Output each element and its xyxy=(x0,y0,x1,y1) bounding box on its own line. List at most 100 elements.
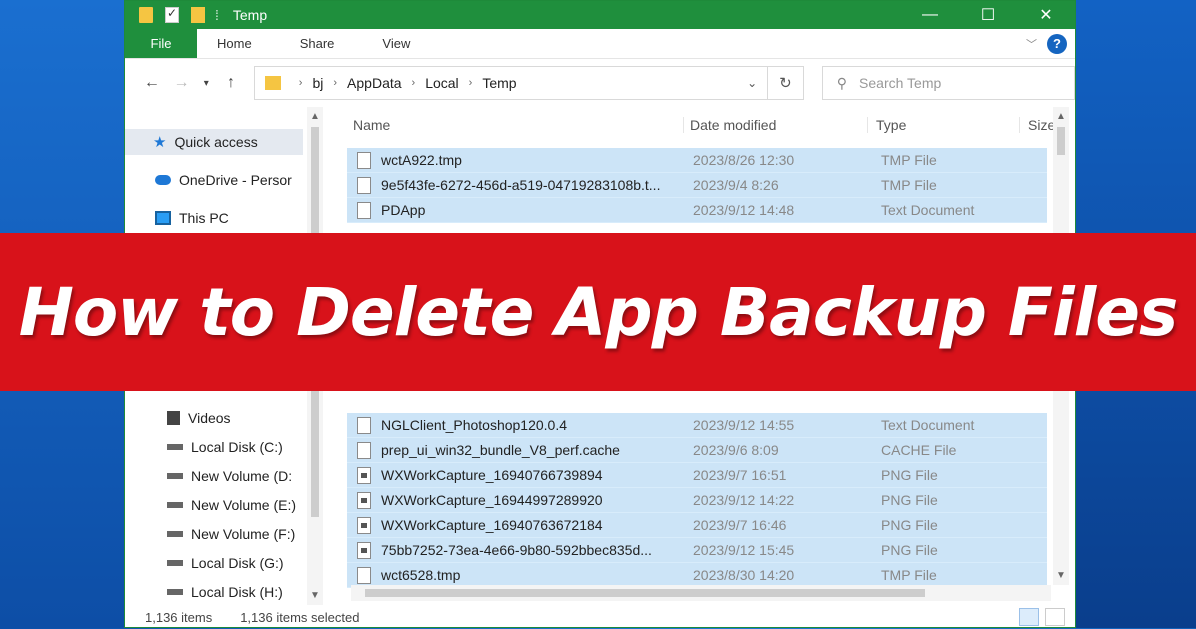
file-date: 2023/9/12 14:22 xyxy=(693,492,795,508)
image-file-icon xyxy=(357,541,371,559)
breadcrumb-bj[interactable]: bj xyxy=(312,75,323,91)
scroll-up-icon[interactable]: ▲ xyxy=(310,111,320,122)
sidebar-item-label: New Volume (F:) xyxy=(191,526,296,542)
file-date: 2023/9/6 8:09 xyxy=(693,442,779,458)
sidebar-item-new-volume-d[interactable]: New Volume (D: xyxy=(167,463,292,489)
breadcrumb-local[interactable]: Local xyxy=(425,75,458,91)
column-header-type[interactable]: Type xyxy=(867,117,1019,133)
video-icon xyxy=(167,411,180,425)
back-arrow-icon[interactable]: ← xyxy=(137,74,167,92)
details-view-icon[interactable] xyxy=(1019,608,1039,626)
minimize-button[interactable]: — xyxy=(901,1,959,29)
tab-home[interactable]: Home xyxy=(197,29,280,58)
breadcrumb-separator-icon[interactable]: › xyxy=(299,77,303,89)
search-placeholder: Search Temp xyxy=(859,75,942,91)
file-date: 2023/9/12 15:45 xyxy=(693,542,795,558)
column-header-name[interactable]: Name xyxy=(347,117,683,133)
sidebar-item-videos[interactable]: Videos xyxy=(167,405,231,431)
table-row[interactable]: 9e5f43fe-6272-456d-a519-04719283108b.t..… xyxy=(347,173,1047,198)
table-row[interactable]: WXWorkCapture_16940763672184 2023/9/7 16… xyxy=(347,513,1047,538)
column-headers: Name Date modified Type Size xyxy=(347,107,1061,143)
table-row[interactable]: NGLClient_Photoshop120.0.4 2023/9/12 14:… xyxy=(347,413,1047,438)
search-icon: ⚲ xyxy=(836,74,848,91)
new-folder-icon[interactable] xyxy=(191,7,205,23)
expand-ribbon-chevron-icon[interactable]: ﹀ xyxy=(1026,36,1037,52)
file-name: WXWorkCapture_16940763672184 xyxy=(381,517,603,533)
large-icons-view-icon[interactable] xyxy=(1045,608,1065,626)
sidebar-item-local-disk-c[interactable]: Local Disk (C:) xyxy=(167,434,283,460)
scroll-down-icon[interactable]: ▼ xyxy=(310,590,320,601)
table-row[interactable]: prep_ui_win32_bundle_V8_perf.cache 2023/… xyxy=(347,438,1047,463)
disk-icon xyxy=(167,560,183,566)
table-row[interactable]: wctA922.tmp 2023/8/26 12:30 TMP File xyxy=(347,148,1047,173)
cloud-icon xyxy=(155,175,171,185)
sidebar-item-quick-access[interactable]: ★ Quick access xyxy=(125,129,303,155)
disk-icon xyxy=(167,531,183,537)
horizontal-scrollbar[interactable] xyxy=(351,585,1051,601)
scrollbar-thumb[interactable] xyxy=(1057,127,1065,155)
sidebar-item-local-disk-h[interactable]: Local Disk (H:) xyxy=(167,579,283,605)
breadcrumb-temp[interactable]: Temp xyxy=(482,75,516,91)
help-icon[interactable]: ? xyxy=(1047,33,1067,54)
image-file-icon xyxy=(357,516,371,534)
table-row[interactable]: WXWorkCapture_16944997289920 2023/9/12 1… xyxy=(347,488,1047,513)
quick-access-toolbar-chevron-icon[interactable]: ⁞ xyxy=(215,7,219,23)
file-icon xyxy=(357,201,371,219)
sidebar-item-new-volume-f[interactable]: New Volume (F:) xyxy=(167,521,295,547)
disk-icon xyxy=(167,502,183,508)
file-icon xyxy=(357,151,371,169)
tab-file[interactable]: File xyxy=(125,29,197,58)
forward-arrow-icon[interactable]: → xyxy=(167,74,197,92)
scrollbar-thumb[interactable] xyxy=(365,589,925,597)
up-arrow-icon[interactable]: ↑ xyxy=(216,74,246,92)
sidebar-item-onedrive[interactable]: OneDrive - Persor xyxy=(155,167,292,193)
breadcrumb-separator-icon[interactable]: › xyxy=(469,77,473,89)
file-name: WXWorkCapture_16944997289920 xyxy=(381,492,603,508)
breadcrumb-separator-icon[interactable]: › xyxy=(333,77,337,89)
search-input[interactable]: ⚲ Search Temp xyxy=(821,66,1075,100)
status-bar: 1,136 items 1,136 items selected xyxy=(125,605,1075,629)
maximize-button[interactable]: ☐ xyxy=(959,1,1017,29)
table-row[interactable]: WXWorkCapture_16940766739894 2023/9/7 16… xyxy=(347,463,1047,488)
ribbon-tabs: File Home Share View ﹀ ? xyxy=(125,29,1075,59)
sidebar-item-label: Local Disk (C:) xyxy=(191,439,283,455)
banner-title: How to Delete App Backup Files xyxy=(18,273,1179,351)
column-header-date-modified[interactable]: Date modified xyxy=(683,117,867,133)
sidebar-item-local-disk-g[interactable]: Local Disk (G:) xyxy=(167,550,284,576)
pc-icon xyxy=(155,211,171,225)
breadcrumb-separator-icon[interactable]: › xyxy=(412,77,416,89)
file-date: 2023/9/12 14:55 xyxy=(693,417,795,433)
tab-share[interactable]: Share xyxy=(280,29,363,58)
column-header-size[interactable]: Size xyxy=(1019,117,1055,133)
tab-view[interactable]: View xyxy=(362,29,438,58)
file-date: 2023/9/4 8:26 xyxy=(693,177,779,193)
sidebar-item-new-volume-e[interactable]: New Volume (E:) xyxy=(167,492,296,518)
sidebar-item-this-pc[interactable]: This PC xyxy=(155,205,229,231)
scroll-down-icon[interactable]: ▼ xyxy=(1056,570,1066,581)
file-type: TMP File xyxy=(881,567,937,583)
disk-icon xyxy=(167,444,183,450)
file-icon xyxy=(357,566,371,584)
file-name: PDApp xyxy=(381,202,426,218)
properties-icon[interactable] xyxy=(165,6,179,23)
file-name: prep_ui_win32_bundle_V8_perf.cache xyxy=(381,442,620,458)
file-icon xyxy=(357,441,371,459)
file-date: 2023/9/12 14:48 xyxy=(693,202,795,218)
file-type: Text Document xyxy=(881,202,975,218)
file-date: 2023/8/26 12:30 xyxy=(693,152,795,168)
close-button[interactable]: ✕ xyxy=(1017,1,1075,29)
table-row[interactable]: 75bb7252-73ea-4e66-9b80-592bbec835d... 2… xyxy=(347,538,1047,563)
table-row[interactable]: PDApp 2023/9/12 14:48 Text Document xyxy=(347,198,1047,223)
image-file-icon xyxy=(357,466,371,484)
title-bar: ⁞ Temp — ☐ ✕ xyxy=(125,1,1075,29)
address-bar[interactable]: › bj › AppData › Local › Temp ⌄ xyxy=(253,66,769,100)
refresh-icon[interactable]: ↻ xyxy=(768,66,804,100)
address-history-chevron-icon[interactable]: ⌄ xyxy=(737,76,767,90)
folder-icon[interactable] xyxy=(139,7,153,23)
file-type: CACHE File xyxy=(881,442,957,458)
sidebar-item-label: Local Disk (H:) xyxy=(191,584,283,600)
disk-icon xyxy=(167,589,183,595)
scroll-up-icon[interactable]: ▲ xyxy=(1056,111,1066,122)
breadcrumb-appdata[interactable]: AppData xyxy=(347,75,401,91)
recent-locations-chevron-icon[interactable]: ▾ xyxy=(196,78,216,89)
